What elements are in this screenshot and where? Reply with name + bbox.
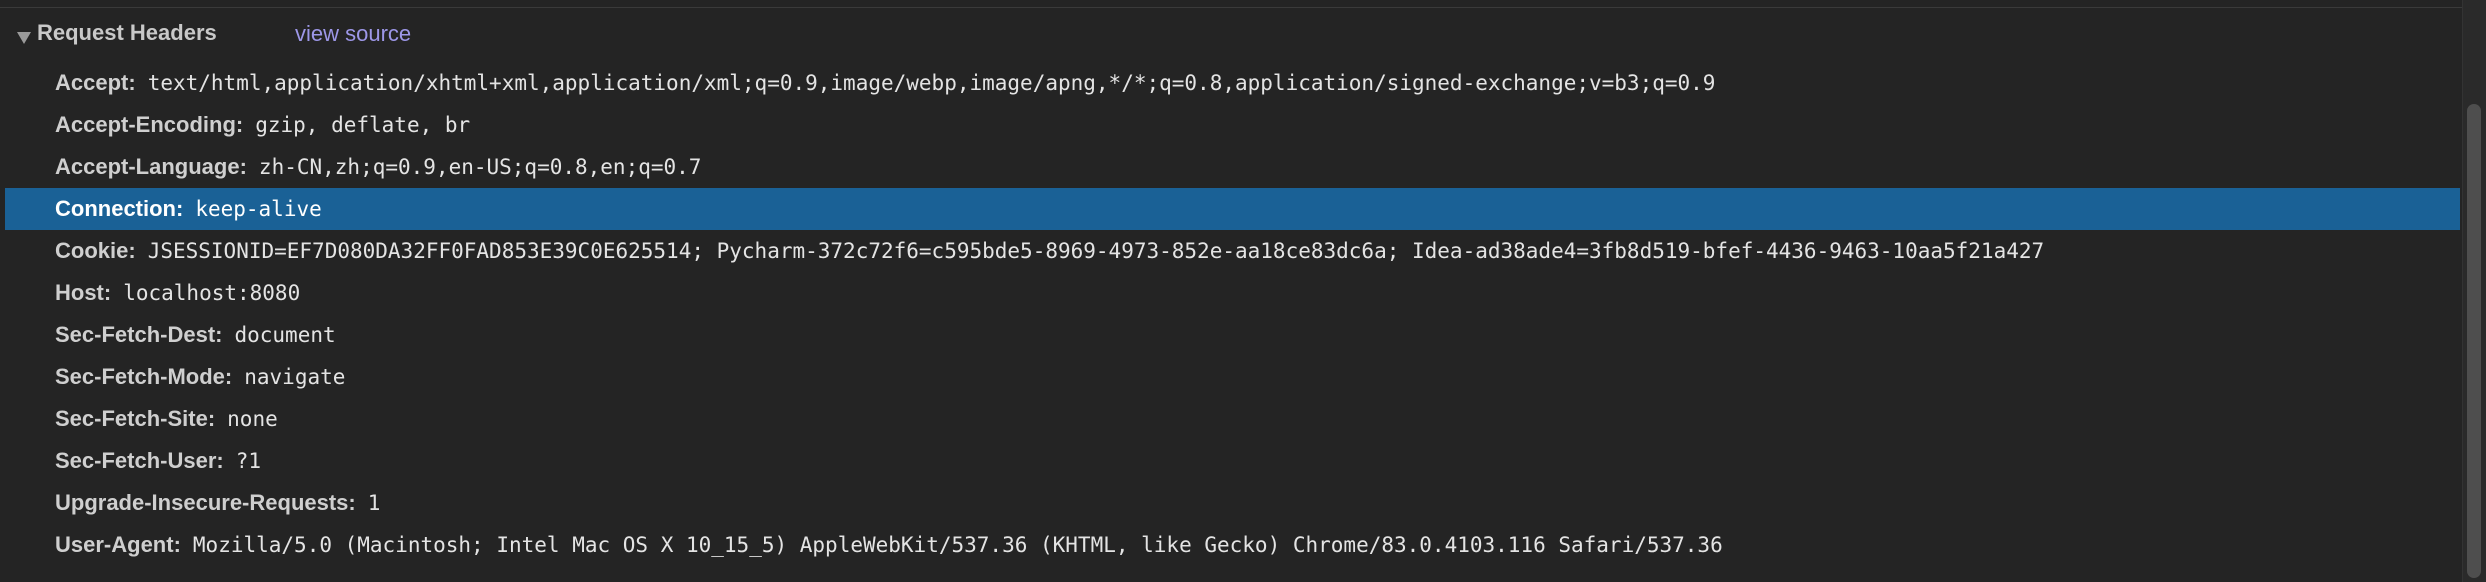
header-row[interactable]: Accept text/html,application/xhtml+xml,ap… <box>5 62 2460 104</box>
header-value: 1 <box>367 491 381 515</box>
header-row-selected[interactable]: Connection keep-alive <box>5 188 2460 230</box>
header-row[interactable]: Sec-Fetch-Mode navigate <box>5 356 2460 398</box>
header-value: none <box>227 407 278 431</box>
header-value: zh-CN,zh;q=0.9,en-US;q=0.8,en;q=0.7 <box>258 155 702 179</box>
header-list: Accept text/html,application/xhtml+xml,ap… <box>5 62 2460 566</box>
header-name: Connection <box>5 196 183 222</box>
header-row[interactable]: Cookie JSESSIONID=EF7D080DA32FF0FAD853E39… <box>5 230 2460 272</box>
request-headers-panel: Request Headers view source Accept text/h… <box>0 0 2486 582</box>
header-name: User-Agent <box>5 532 181 558</box>
header-value: navigate <box>244 365 346 389</box>
header-value: keep-alive <box>195 197 322 221</box>
header-value: ?1 <box>235 449 262 473</box>
section-title[interactable]: Request Headers <box>37 20 217 46</box>
header-row[interactable]: Accept-Language zh-CN,zh;q=0.9,en-US;q=0.… <box>5 146 2460 188</box>
header-name: Upgrade-Insecure-Requests <box>5 490 356 516</box>
header-value: JSESSIONID=EF7D080DA32FF0FAD853E39C0E625… <box>147 239 2045 263</box>
header-row[interactable]: Sec-Fetch-Dest document <box>5 314 2460 356</box>
header-row[interactable]: Sec-Fetch-Site none <box>5 398 2460 440</box>
header-name: Accept-Language <box>5 154 247 180</box>
header-name: Sec-Fetch-Mode <box>5 364 232 390</box>
view-source-link[interactable]: view source <box>295 21 411 47</box>
header-name: Sec-Fetch-User <box>5 448 224 474</box>
header-name: Accept <box>5 70 136 96</box>
scrollbar-thumb[interactable] <box>2467 104 2481 578</box>
divider <box>0 7 2462 8</box>
header-name: Cookie <box>5 238 136 264</box>
header-row[interactable]: Accept-Encoding gzip, deflate, br <box>5 104 2460 146</box>
header-value: text/html,application/xhtml+xml,applicat… <box>147 71 1716 95</box>
header-value: gzip, deflate, br <box>255 113 471 137</box>
header-value: localhost:8080 <box>123 281 301 305</box>
header-row[interactable]: Upgrade-Insecure-Requests 1 <box>5 482 2460 524</box>
header-name: Sec-Fetch-Site <box>5 406 215 432</box>
header-row[interactable]: User-Agent Mozilla/5.0 (Macintosh; Intel … <box>5 524 2460 566</box>
triangle-down-icon[interactable] <box>17 32 31 44</box>
header-value: Mozilla/5.0 (Macintosh; Intel Mac OS X 1… <box>192 533 1723 557</box>
header-row[interactable]: Sec-Fetch-User ?1 <box>5 440 2460 482</box>
header-name: Accept-Encoding <box>5 112 243 138</box>
header-row[interactable]: Host localhost:8080 <box>5 272 2460 314</box>
header-name: Sec-Fetch-Dest <box>5 322 222 348</box>
header-value: document <box>234 323 336 347</box>
header-name: Host <box>5 280 111 306</box>
